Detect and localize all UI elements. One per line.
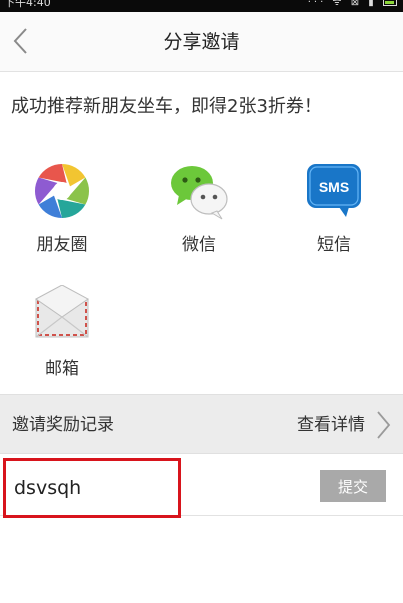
status-time: 下午4:40 — [4, 0, 51, 9]
share-wechat-label: 微信 — [182, 235, 216, 255]
invite-code-row: 提交 — [0, 454, 403, 518]
status-icon-glyphs: ··· ᯤ ⊠ ▮ — [307, 0, 377, 8]
battery-icon — [383, 0, 397, 6]
view-details-label: 查看详情 — [297, 415, 365, 435]
status-bar: 下午4:40 ··· ᯤ ⊠ ▮ — [0, 0, 403, 12]
rewards-record-bar: 邀请奖励记录 查看详情 — [0, 394, 403, 454]
rewards-record-label: 邀请奖励记录 — [12, 415, 114, 435]
share-mail-button[interactable]: 邮箱 — [17, 285, 107, 395]
submit-button[interactable]: 提交 — [320, 470, 386, 502]
top-navigation-bar: 分享邀请 — [0, 12, 403, 72]
share-moments-label: 朋友圈 — [36, 235, 88, 255]
moments-icon — [34, 164, 90, 218]
status-icons: ··· ᯤ ⊠ ▮ — [308, 0, 397, 9]
share-moments-button[interactable]: 朋友圈 — [17, 161, 107, 271]
share-sms-button[interactable]: SMS 短信 — [289, 161, 379, 271]
wechat-icon — [171, 166, 228, 220]
share-mail-label: 邮箱 — [45, 359, 79, 379]
share-sms-label: 短信 — [317, 235, 351, 255]
sms-icon: SMS — [307, 164, 361, 217]
page-title: 分享邀请 — [163, 31, 240, 53]
invite-code-input[interactable] — [3, 458, 181, 518]
view-details-link[interactable]: 查看详情 — [261, 395, 391, 455]
sms-icon-text: SMS — [319, 179, 349, 195]
chevron-right-icon — [377, 411, 391, 439]
back-button[interactable] — [10, 26, 34, 56]
chevron-left-icon — [13, 28, 27, 54]
share-wechat-button[interactable]: 微信 — [154, 161, 244, 271]
mail-icon — [35, 285, 89, 338]
promo-text: 成功推荐新朋友坐车，即得2张3折券！ — [11, 96, 322, 117]
